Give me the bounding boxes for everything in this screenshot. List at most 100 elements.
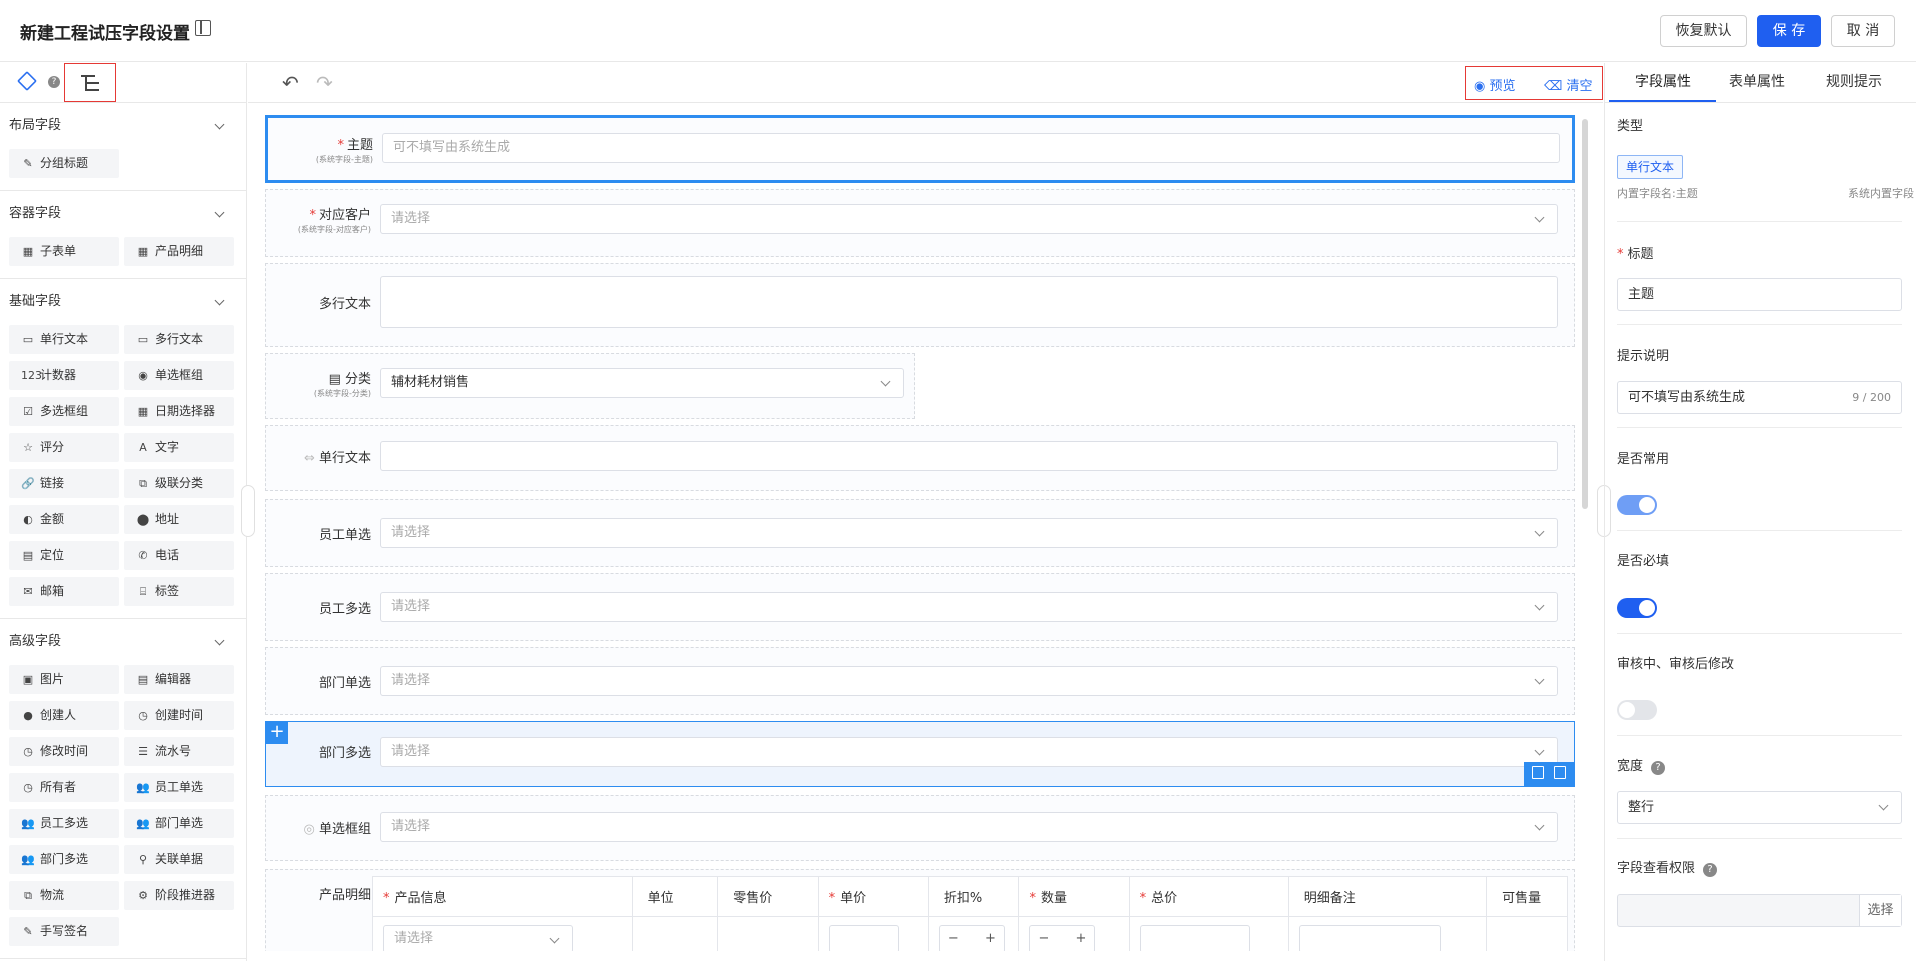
drag-handle-icon[interactable]: + [266,722,288,744]
employee-single-select[interactable]: 请选择 [380,518,1558,548]
table-cell-input[interactable] [1298,925,1441,951]
palette-item[interactable]: ▤ 定位 [9,541,119,570]
cube-icon[interactable] [17,71,37,91]
palette-group-header[interactable]: 基础字段 [9,279,237,325]
help-icon[interactable]: ? [48,76,60,88]
palette-item[interactable]: ◷ 创建时间 [124,701,234,730]
palette-item[interactable]: 👥 员工多选 [9,809,119,838]
department-multi-select[interactable]: 请选择 [380,737,1558,767]
palette-item[interactable]: ☑ 多选框组 [9,397,119,426]
number-stepper[interactable]: − + [938,925,1005,951]
left-collapse-handle[interactable] [241,485,255,537]
customer-select[interactable]: 请选择 [380,204,1558,234]
field-subject[interactable]: * 主题 (系统字段-主题) 可不填写由系统生成 [265,115,1575,183]
view-permission-input[interactable]: 选择 [1617,894,1902,927]
multiline-textarea[interactable] [380,276,1558,328]
palette-group-header[interactable]: 布局字段 [9,103,237,149]
common-switch[interactable] [1617,495,1657,515]
field-department-single[interactable]: 部门单选 请选择 [265,647,1575,715]
department-single-select[interactable]: 请选择 [380,666,1558,696]
tab-field-properties[interactable]: 字段属性 [1635,71,1691,91]
palette-item[interactable]: ✉ 邮箱 [9,577,119,606]
number-stepper[interactable]: − + [1029,925,1096,951]
palette-item[interactable]: ⌸ 标签 [124,577,234,606]
canvas-scrollbar[interactable] [1582,119,1588,509]
palette-item[interactable]: ⬤ 地址 [124,505,234,534]
palette-item[interactable]: ● 创建人 [9,701,119,730]
employee-multi-select[interactable]: 请选择 [380,592,1558,622]
redo-icon[interactable]: ↷ [316,71,333,95]
palette-item[interactable]: ✎ 分组标题 [9,149,119,178]
field-employee-single[interactable]: 员工单选 请选择 [265,499,1575,567]
palette-item[interactable]: A 文字 [124,433,234,462]
required-switch[interactable] [1617,598,1657,618]
tree-view-tab[interactable] [64,63,116,102]
field-employee-multi[interactable]: 员工多选 请选择 [265,573,1575,641]
layout-icon[interactable] [195,20,211,36]
field-type-icon: ▣ [22,673,34,686]
field-radio-group[interactable]: ◎ 单选框组 请选择 [265,795,1575,861]
palette-item[interactable]: ◷ 修改时间 [9,737,119,766]
palette-item[interactable]: 👥 员工单选 [124,773,234,802]
palette-item[interactable]: 123计数器 [9,361,119,390]
copy-icon[interactable] [1532,766,1544,779]
palette-item[interactable]: ⧉ 级联分类 [124,469,234,498]
palette-item[interactable]: 👥 部门单选 [124,809,234,838]
palette-item[interactable]: ▦ 日期选择器 [124,397,234,426]
palette-item[interactable]: ⚲ 关联单据 [124,845,234,874]
preview-link[interactable]: ◉ 预览 [1474,75,1516,94]
palette-item[interactable]: ⧉ 物流 [9,881,119,910]
palette-item[interactable]: ⚙ 阶段推进器 [124,881,234,910]
hint-input[interactable]: 可不填写由系统生成 9 / 200 [1617,381,1902,414]
palette-item[interactable]: ▤ 编辑器 [124,665,234,694]
field-single-text[interactable]: ⇔ 单行文本 [265,425,1575,491]
chevron-down-icon[interactable] [214,207,225,218]
trash-icon[interactable] [1554,766,1566,779]
table-cell-input[interactable] [828,925,899,951]
restore-default-button[interactable]: 恢复默认 [1660,15,1747,47]
palette-item[interactable]: 👥 部门多选 [9,845,119,874]
palette-item[interactable]: ◉ 单选框组 [124,361,234,390]
select-permission-button[interactable]: 选择 [1859,895,1901,926]
table-cell-input[interactable] [1139,925,1250,951]
save-button[interactable]: 保 存 [1757,15,1821,47]
edit-after-review-switch[interactable] [1617,700,1657,720]
chevron-down-icon [1534,526,1545,537]
subject-input[interactable]: 可不填写由系统生成 [382,133,1560,163]
undo-icon[interactable]: ↶ [282,71,299,95]
palette-item[interactable]: ✎ 手写签名 [9,917,119,946]
chevron-down-icon[interactable] [214,119,225,130]
chevron-down-icon[interactable] [214,635,225,646]
palette-item[interactable]: ▦ 产品明细 [124,237,234,266]
clear-link[interactable]: ⌫ 清空 [1544,75,1593,94]
palette-item[interactable]: 🔗 链接 [9,469,119,498]
palette-group-header[interactable]: 高级字段 [9,619,237,665]
radio-group-select[interactable]: 请选择 [380,812,1558,842]
chevron-down-icon[interactable] [214,295,225,306]
palette-item[interactable]: ☰ 流水号 [124,737,234,766]
field-product-detail[interactable]: 产品明细 * 产品信息 单位 零售价 * 单价 折扣% * 数量 * 总价 明细备注 可售量 请选择 − +… [265,869,1575,951]
palette-item[interactable]: ☆ 评分 [9,433,119,462]
help-icon[interactable]: ? [1703,863,1718,877]
category-select[interactable]: 辅材耗材销售 [380,368,904,398]
palette-group-header[interactable]: 容器字段 [9,191,237,237]
palette-item[interactable]: ◷ 所有者 [9,773,119,802]
single-text-input[interactable] [380,441,1558,471]
title-input[interactable]: 主题 [1617,278,1902,311]
tab-form-properties[interactable]: 表单属性 [1729,71,1785,91]
width-select[interactable]: 整行 [1617,791,1902,824]
palette-item[interactable]: ▦ 子表单 [9,237,119,266]
field-customer[interactable]: * 对应客户 (系统字段-对应客户) 请选择 [265,189,1575,257]
palette-item[interactable]: ▣ 图片 [9,665,119,694]
tab-rule-hints[interactable]: 规则提示 [1826,71,1882,91]
palette-item[interactable]: ▭ 多行文本 [124,325,234,354]
palette-item[interactable]: ✆ 电话 [124,541,234,570]
field-multiline[interactable]: 多行文本 [265,263,1575,347]
help-icon[interactable]: ? [1651,761,1666,775]
cancel-button[interactable]: 取 消 [1831,15,1895,47]
palette-item[interactable]: ▭ 单行文本 [9,325,119,354]
field-department-multi[interactable]: + 部门多选 请选择 [265,721,1575,787]
palette-item[interactable]: ◐ 金额 [9,505,119,534]
field-category[interactable]: ▤ 分类 (系统字段-分类) 辅材耗材销售 [265,353,915,419]
product-select[interactable]: 请选择 [383,925,573,951]
